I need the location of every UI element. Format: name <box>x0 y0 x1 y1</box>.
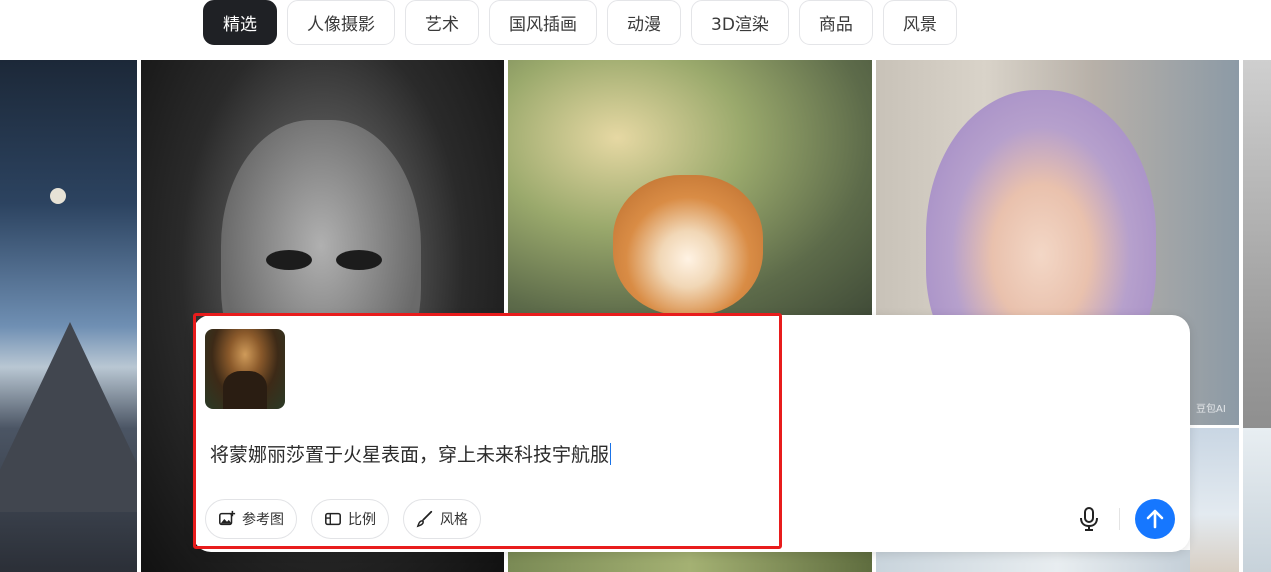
gallery-image-shiba-dog[interactable] <box>508 60 872 320</box>
reference-image-label: 参考图 <box>242 512 284 528</box>
style-label: 风格 <box>440 512 468 528</box>
reference-image-button[interactable]: 参考图 <box>205 499 297 539</box>
tab-3d-render[interactable]: 3D渲染 <box>691 0 789 45</box>
divider <box>1119 508 1120 530</box>
arrow-up-icon <box>1146 509 1164 529</box>
eye-shape <box>336 250 382 270</box>
tab-anime[interactable]: 动漫 <box>607 0 681 45</box>
gallery-image-night-sky-mountains[interactable] <box>0 60 137 572</box>
style-button[interactable]: 风格 <box>403 499 481 539</box>
reference-image-thumbnail[interactable] <box>205 329 285 409</box>
moon-shape <box>50 188 66 204</box>
prompt-options: 参考图 比例 风格 <box>205 499 481 539</box>
eye-shape <box>266 250 312 270</box>
mountain-shape <box>0 322 137 512</box>
tab-featured[interactable]: 精选 <box>203 0 277 45</box>
prompt-card: 将蒙娜丽莎置于火星表面，穿上未来科技宇航服 参考图 比例 风格 <box>193 315 1190 552</box>
brush-icon <box>416 510 433 528</box>
text-caret <box>610 442 612 465</box>
watermark-label: 豆包AI <box>1196 404 1226 415</box>
gallery-image-raised-hand[interactable] <box>1190 428 1239 572</box>
tab-products[interactable]: 商品 <box>798 0 873 45</box>
ratio-label: 比例 <box>348 512 376 528</box>
ratio-button[interactable]: 比例 <box>311 499 389 539</box>
tab-art[interactable]: 艺术 <box>405 0 479 45</box>
dog-head-shape <box>613 175 763 315</box>
prompt-input[interactable]: 将蒙娜丽莎置于火星表面，穿上未来科技宇航服 <box>210 440 612 467</box>
tab-portrait-photography[interactable]: 人像摄影 <box>287 0 395 45</box>
tab-chinese-illustration[interactable]: 国风插画 <box>489 0 597 45</box>
image-add-icon <box>219 510 236 526</box>
prompt-text: 将蒙娜丽莎置于火星表面，穿上未来科技宇航服 <box>210 444 610 466</box>
category-tabs: 精选 人像摄影 艺术 国风插画 动漫 3D渲染 商品 风景 <box>203 0 957 45</box>
gallery-image-edge-bottom[interactable] <box>1243 428 1271 572</box>
gallery-image-bottom-1[interactable] <box>508 550 872 572</box>
send-button[interactable] <box>1135 499 1175 539</box>
gallery-image-bottom-2[interactable] <box>876 550 1239 572</box>
tab-landscape[interactable]: 风景 <box>882 0 957 45</box>
aspect-ratio-icon <box>325 512 341 526</box>
microphone-icon[interactable] <box>1077 506 1101 532</box>
